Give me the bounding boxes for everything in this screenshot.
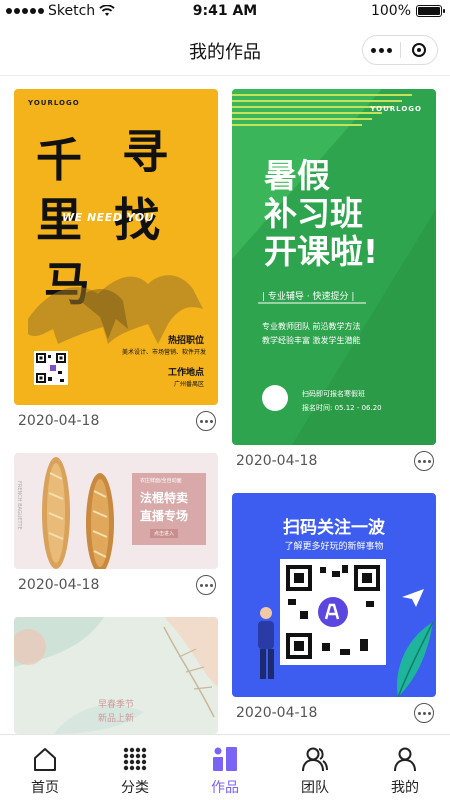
works-icon	[213, 747, 237, 771]
poster-english: WE NEED YOU	[62, 211, 155, 224]
poster-text: 报名时间: 05.12 - 06.20	[302, 404, 382, 412]
poster-title-line: 暑假	[264, 156, 330, 195]
work-card-qr-follow[interactable]: 扫码关注一波 了解更多好玩的新鲜事物	[232, 493, 436, 697]
poster-char: 寻	[122, 125, 168, 179]
tagline-underline	[258, 302, 366, 304]
tag-title: 直播专场	[140, 509, 189, 523]
tab-label: 作品	[211, 780, 239, 796]
more-icon[interactable]	[414, 703, 434, 723]
tab-works[interactable]: 作品	[180, 735, 270, 800]
more-icon[interactable]	[196, 575, 216, 595]
work-card-baguette[interactable]: FRENCH BAGUETTE 农庄鲜面/全自动面 法棍特卖 直播专场 点击进入	[14, 453, 218, 569]
tab-label: 我的	[391, 780, 419, 796]
poster-char: 千	[36, 133, 82, 187]
tab-label: 团队	[301, 780, 329, 796]
tab-home[interactable]: 首页	[0, 735, 90, 800]
work-meta: 2020-04-18	[14, 411, 218, 435]
home-icon	[34, 748, 56, 771]
more-options-button[interactable]	[363, 47, 400, 53]
logo-text: YOURLOGO	[28, 99, 80, 107]
side-text: FRENCH BAGUETTE	[16, 481, 22, 530]
grid-icon	[123, 747, 147, 771]
poster-text: 广州番禺区	[173, 381, 204, 388]
tab-label: 分类	[121, 780, 149, 796]
work-date: 2020-04-18	[236, 705, 318, 721]
mini-program-capsule	[362, 35, 438, 65]
battery-icon	[416, 5, 445, 17]
tab-bar: 首页 分类 作品 团队 我的	[0, 734, 450, 800]
person-illustration	[258, 607, 274, 679]
poster-text: 早春季节	[97, 700, 134, 710]
work-date: 2020-04-18	[236, 453, 318, 469]
work-meta: 2020-04-18	[232, 451, 436, 475]
qr-code	[262, 385, 288, 411]
battery-percent: 100%	[370, 3, 411, 19]
more-icon[interactable]	[196, 411, 216, 431]
close-mini-program-button[interactable]	[401, 43, 438, 57]
tag-small-text: 农庄鲜面/全自动面	[140, 478, 182, 484]
poster-text: 热招职位	[167, 336, 204, 346]
work-card-spring[interactable]: 早春季节 新品上新	[14, 617, 218, 734]
poster-title-line: 补习班	[264, 194, 363, 233]
poster-text: 专业教师团队 前沿教学方法	[262, 322, 361, 331]
team-icon	[302, 747, 328, 772]
works-grid: YOURLOGO 千 寻 里 找 马 WE NEED YOU 热招职位 美术设计…	[0, 77, 450, 734]
tag-title: 法棍特卖	[140, 491, 189, 505]
status-bar: Sketch 9:41 AM 100%	[0, 0, 450, 24]
poster-subtitle: 了解更多好玩的新鲜事物	[284, 542, 384, 552]
navigation-bar: 我的作品	[0, 24, 450, 76]
work-card-recruitment[interactable]: YOURLOGO 千 寻 里 找 马 WE NEED YOU 热招职位 美术设计…	[14, 89, 218, 405]
work-date: 2020-04-18	[18, 577, 100, 593]
poster-text: 新品上新	[97, 714, 134, 724]
work-meta: 2020-04-18	[14, 575, 218, 599]
poster-title-line: 开课啦!	[264, 232, 379, 271]
leaf-illustration	[397, 621, 434, 697]
poster-text: 美术设计、市场营销、软件开发	[121, 349, 206, 356]
logo-text: YOURLOGO	[370, 105, 422, 113]
more-icon[interactable]	[414, 451, 434, 471]
poster-text: 工作地点	[167, 368, 204, 378]
tab-profile[interactable]: 我的	[360, 735, 450, 800]
baguette-illustration	[42, 457, 114, 569]
profile-icon	[394, 747, 416, 772]
qr-code	[280, 559, 386, 665]
work-date: 2020-04-18	[18, 413, 100, 429]
qr-code	[34, 351, 68, 385]
poster-tagline: | 专业辅导 · 快速提分 |	[262, 292, 355, 302]
paper-plane-icon	[402, 589, 424, 607]
tab-category[interactable]: 分类	[90, 735, 180, 800]
poster-text: 教学经验丰富 激发学生潜能	[262, 336, 361, 345]
poster-text: 扫码即可报名寒假班	[302, 390, 365, 398]
tab-team[interactable]: 团队	[270, 735, 360, 800]
tag-button-text: 点击进入	[150, 529, 179, 538]
tab-label: 首页	[31, 780, 59, 796]
work-card-summer-class[interactable]: YOURLOGO 暑假 补习班 开课啦! | 专业辅导 · 快速提分 | 专业教…	[232, 89, 436, 445]
poster-headline: 扫码关注一波	[283, 518, 385, 538]
work-meta: 2020-04-18	[232, 703, 436, 727]
